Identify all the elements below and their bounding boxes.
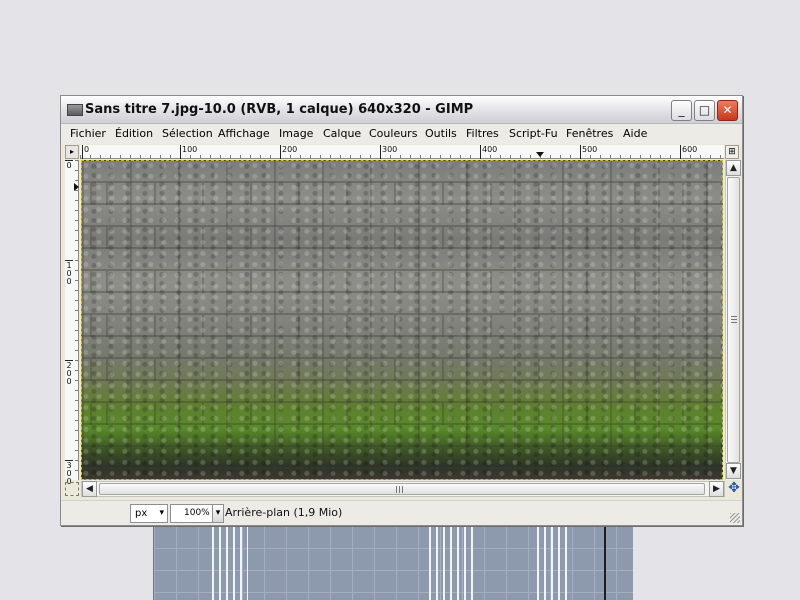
hruler-label: 200: [280, 145, 297, 159]
menu-fichier[interactable]: Fichier: [70, 127, 106, 140]
unit-value: px: [135, 508, 148, 519]
gimp-image-window[interactable]: Sans titre 7.jpg-10.0 (RVB, 1 calque) 64…: [60, 95, 743, 526]
hruler-label: 300: [380, 145, 397, 159]
vertical-ruler[interactable]: 0 100 200 300: [65, 160, 79, 486]
resize-grip-icon[interactable]: [730, 513, 740, 523]
menu-bar: Fichier Édition Sélection Affichage Imag…: [61, 124, 742, 144]
hruler-label: 400: [480, 145, 497, 159]
vruler-label: 100: [65, 260, 73, 286]
background-window-stripes: [429, 526, 473, 600]
chevron-down-icon: ▾: [159, 508, 164, 518]
horizontal-scrollbar[interactable]: ◀ ▶: [81, 481, 725, 497]
close-button[interactable]: ✕: [717, 100, 738, 121]
layer-info: Arrière-plan (1,9 Mio): [225, 506, 343, 519]
title-bar[interactable]: Sans titre 7.jpg-10.0 (RVB, 1 calque) 64…: [61, 96, 742, 124]
scroll-down-icon[interactable]: ▼: [726, 463, 741, 479]
stone-wall-texture: [82, 161, 722, 479]
vruler-label: 200: [65, 360, 73, 386]
zoom-dropdown-icon[interactable]: ▾: [212, 504, 224, 523]
vertical-scroll-thumb[interactable]: [727, 177, 740, 463]
menu-fenetres[interactable]: Fenêtres: [566, 127, 613, 140]
menu-couleurs[interactable]: Couleurs: [369, 127, 417, 140]
zoom-value: 100%: [184, 508, 210, 518]
horizontal-ruler[interactable]: 0 100 200 300 400 500 600: [80, 145, 724, 159]
background-window-stripes: [537, 526, 567, 600]
status-bar: px ▾ 100% ▾ Arrière-plan (1,9 Mio): [61, 500, 742, 525]
background-window: [153, 526, 633, 600]
hruler-label: 600: [680, 145, 697, 159]
ruler-corner-menu-icon[interactable]: ▸: [65, 145, 79, 159]
menu-image[interactable]: Image: [279, 127, 313, 140]
menu-outils[interactable]: Outils: [425, 127, 457, 140]
menu-script-fu[interactable]: Script-Fu: [509, 127, 558, 140]
background-window-line: [604, 526, 606, 600]
horizontal-scroll-thumb[interactable]: [99, 483, 705, 495]
image-canvas[interactable]: [81, 160, 723, 480]
window-title: Sans titre 7.jpg-10.0 (RVB, 1 calque) 64…: [85, 102, 474, 117]
pointer-position-marker-icon: [536, 152, 544, 157]
unit-select[interactable]: px ▾: [130, 504, 168, 523]
gimp-window-icon: [67, 104, 83, 116]
zoom-fit-icon[interactable]: ⊞: [725, 145, 739, 159]
scroll-grip-icon: [731, 316, 737, 323]
hruler-label: 0: [82, 145, 89, 159]
menu-selection[interactable]: Sélection: [162, 127, 213, 140]
quick-mask-toggle-icon[interactable]: [65, 482, 79, 496]
menu-affichage[interactable]: Affichage: [218, 127, 270, 140]
minimize-button[interactable]: _: [671, 100, 692, 121]
maximize-button[interactable]: □: [694, 100, 715, 121]
horizontal-scroll-row: ◀ ▶ ✥: [65, 481, 740, 499]
background-window-stripes: [212, 526, 248, 600]
menu-filtres[interactable]: Filtres: [466, 127, 499, 140]
hruler-label: 100: [180, 145, 197, 159]
scroll-grip-icon: [396, 486, 404, 493]
scroll-right-icon[interactable]: ▶: [709, 481, 724, 497]
menu-aide[interactable]: Aide: [623, 127, 647, 140]
vertical-scrollbar[interactable]: ▲ ▼: [725, 160, 741, 480]
vruler-label: 0: [65, 160, 73, 170]
navigate-icon[interactable]: ✥: [727, 481, 741, 497]
scroll-left-icon[interactable]: ◀: [82, 481, 97, 497]
pointer-position-marker-icon: [74, 183, 79, 191]
menu-edition[interactable]: Édition: [115, 127, 153, 140]
hruler-label: 500: [580, 145, 597, 159]
menu-calque[interactable]: Calque: [323, 127, 361, 140]
scroll-up-icon[interactable]: ▲: [726, 160, 741, 176]
